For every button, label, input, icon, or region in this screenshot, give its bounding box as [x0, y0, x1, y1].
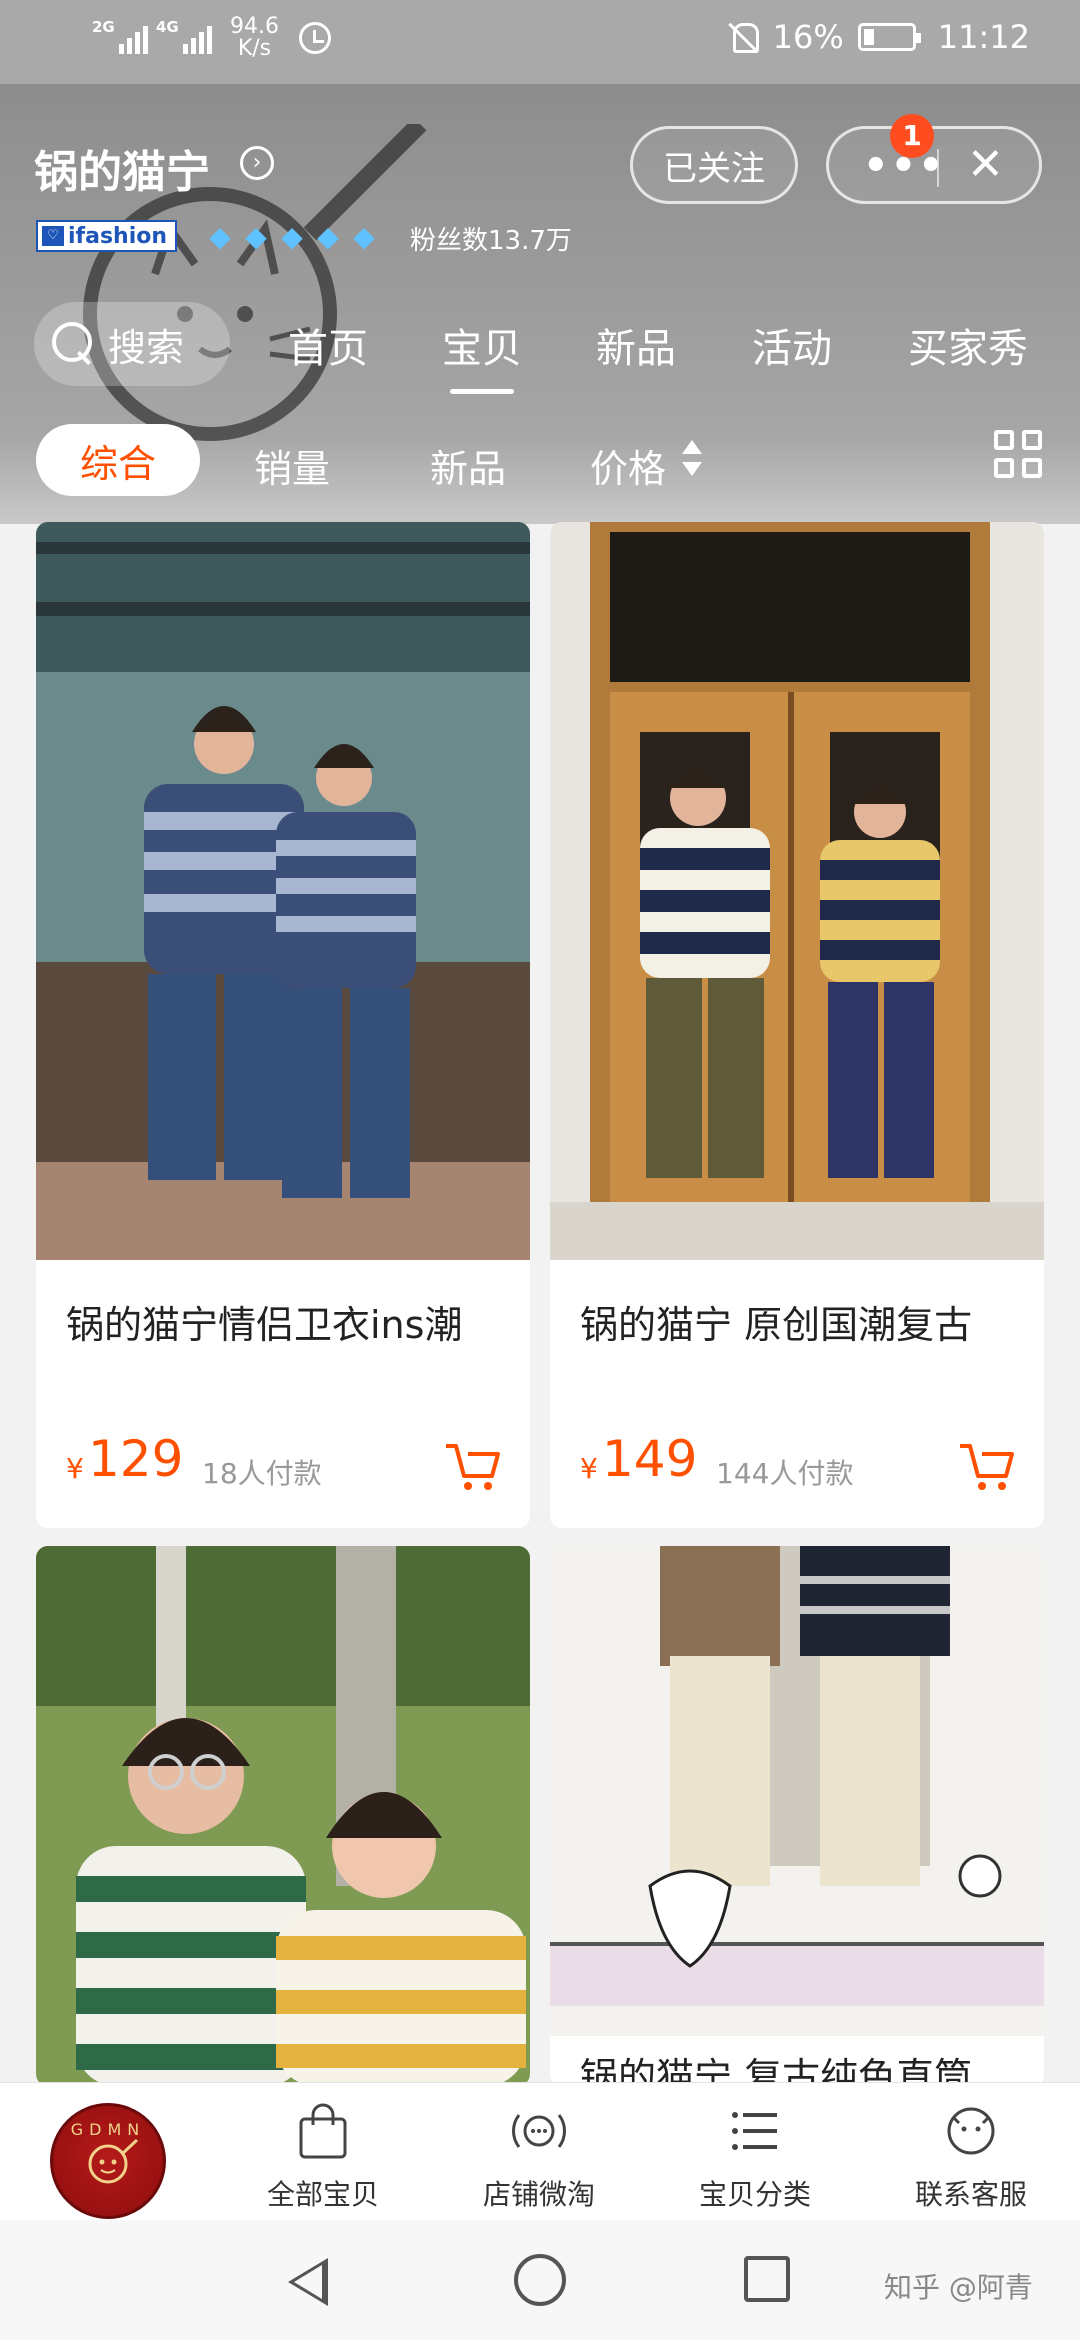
all-items-button[interactable]: 全部宝贝	[238, 2101, 408, 2213]
customer-service-button[interactable]: 联系客服	[886, 2101, 1056, 2213]
shop-rating-diamonds: ◆ ◆ ◆ ◆ ◆	[204, 222, 380, 252]
search-label: 搜索	[108, 325, 185, 370]
close-icon[interactable]: ✕	[967, 139, 1004, 190]
mini-program-capsule: ••• ✕	[826, 126, 1042, 204]
product-card[interactable]	[36, 1546, 530, 2086]
ifashion-badge: ♡ ifashion	[36, 220, 178, 252]
all-items-label: 全部宝贝	[266, 2178, 379, 2211]
sort-new[interactable]: 新品	[430, 438, 506, 493]
net-speed-value: 94.6	[230, 14, 279, 39]
ifashion-label: ifashion	[68, 223, 168, 249]
product-image[interactable]	[36, 1546, 530, 2086]
watermark: 知乎 @阿青	[884, 2271, 1033, 2304]
shopping-bag-icon	[299, 2103, 347, 2159]
product-card[interactable]: 锅的猫宁 原创国潮复古 ¥ 149 144人付款	[550, 522, 1044, 1528]
item-category-button[interactable]: 宝贝分类	[670, 2101, 840, 2213]
product-card[interactable]: 锅的猫宁 复古纯色直筒	[550, 1546, 1044, 2086]
product-image[interactable]	[36, 522, 530, 1260]
diamond-icon: ◆	[317, 220, 339, 253]
sold-count: 18人付款	[202, 1457, 322, 1490]
battery-percent: 16%	[772, 18, 844, 56]
recent-apps-icon[interactable]	[744, 2256, 790, 2302]
sort-price[interactable]: 价格	[590, 438, 666, 493]
sold-count: 144人付款	[716, 1457, 854, 1490]
mute-bell-icon	[729, 21, 759, 53]
signal-4g-icon: 4G	[156, 16, 212, 60]
cart-icon[interactable]	[958, 1440, 1016, 1494]
product-photo-1	[36, 522, 530, 1260]
diamond-icon: ◆	[245, 220, 267, 253]
capsule-divider	[937, 149, 939, 187]
shop-logo[interactable]: GDMN	[50, 2103, 166, 2219]
price-currency: ¥	[66, 1452, 84, 1485]
customer-service-icon	[947, 2107, 995, 2155]
list-icon	[732, 2112, 777, 2150]
shop-weitao-label: 店铺微淘	[482, 2178, 595, 2211]
sort-sales[interactable]: 销量	[254, 438, 330, 493]
alarm-icon	[298, 22, 331, 54]
system-nav-bar: 知乎 @阿青	[0, 2220, 1080, 2340]
tab-home[interactable]: 首页	[288, 316, 368, 374]
tab-buyer-show[interactable]: 买家秀	[908, 316, 1028, 374]
home-icon[interactable]	[514, 2254, 566, 2306]
shop-logo-text: GDMN	[70, 2120, 146, 2139]
battery-icon	[857, 23, 921, 51]
product-title[interactable]: 锅的猫宁 复古纯色直筒	[580, 2046, 972, 2086]
status-bar: 2G 4G 94.6 K/s 16% 11:12	[0, 0, 1080, 84]
product-image[interactable]	[550, 1546, 1044, 2036]
product-image[interactable]	[550, 522, 1044, 1260]
shop-bottom-bar: GDMN 全部宝贝 店铺微淘 宝贝分类 联系客服	[0, 2082, 1080, 2220]
sort-bar: 综合 销量 新品 价格	[0, 420, 1080, 496]
shop-weitao-button[interactable]: 店铺微淘	[454, 2101, 624, 2213]
broadcast-icon	[512, 2114, 566, 2148]
signal-2g-icon: 2G	[92, 16, 148, 60]
product-price: 149	[602, 1430, 698, 1488]
tab-new[interactable]: 新品	[596, 316, 676, 374]
diamond-icon: ◆	[281, 220, 303, 253]
signal-2g-label: 2G	[92, 18, 115, 36]
item-category-label: 宝贝分类	[698, 2178, 811, 2211]
sort-comprehensive[interactable]: 综合	[36, 424, 200, 496]
product-photo-3	[36, 1546, 530, 2086]
search-button[interactable]: 搜索	[34, 302, 230, 386]
notification-badge: 1	[890, 114, 934, 158]
cart-icon[interactable]	[444, 1440, 502, 1494]
ifashion-heart-icon: ♡	[42, 226, 64, 246]
back-icon[interactable]	[288, 2258, 328, 2306]
product-photo-2	[550, 522, 1044, 1260]
shop-nav: 搜索 首页 宝贝 新品 活动 买家秀	[0, 294, 1080, 394]
diamond-icon: ◆	[209, 220, 231, 253]
product-title[interactable]: 锅的猫宁 原创国潮复古	[580, 1294, 972, 1349]
diamond-icon: ◆	[353, 220, 375, 253]
product-title[interactable]: 锅的猫宁情侣卫衣ins潮	[66, 1294, 462, 1349]
product-price: 129	[88, 1430, 184, 1488]
grid-view-icon[interactable]	[994, 430, 1044, 480]
tab-activity[interactable]: 活动	[752, 316, 832, 374]
shop-header: 锅的猫宁 › ♡ ifashion ◆ ◆ ◆ ◆ ◆ 粉丝数13.7万 已关注…	[0, 84, 1080, 524]
net-speed: 94.6 K/s	[230, 16, 279, 60]
product-photo-4	[550, 1546, 1044, 2036]
price-currency: ¥	[580, 1452, 598, 1485]
shop-info-arrow-icon[interactable]: ›	[240, 146, 274, 180]
clock: 11:12	[937, 18, 1030, 56]
shop-name[interactable]: 锅的猫宁	[34, 136, 210, 200]
follow-button[interactable]: 已关注	[630, 126, 798, 204]
net-speed-unit: K/s	[237, 36, 272, 61]
tab-items[interactable]: 宝贝	[442, 316, 522, 394]
customer-service-label: 联系客服	[914, 2178, 1027, 2211]
signal-4g-label: 4G	[156, 18, 179, 36]
sort-price-arrows-icon[interactable]	[680, 436, 704, 484]
search-icon	[50, 320, 98, 368]
product-card[interactable]: 锅的猫宁情侣卫衣ins潮 ¥ 129 18人付款	[36, 522, 530, 1528]
fans-count: 粉丝数13.7万	[410, 226, 572, 256]
